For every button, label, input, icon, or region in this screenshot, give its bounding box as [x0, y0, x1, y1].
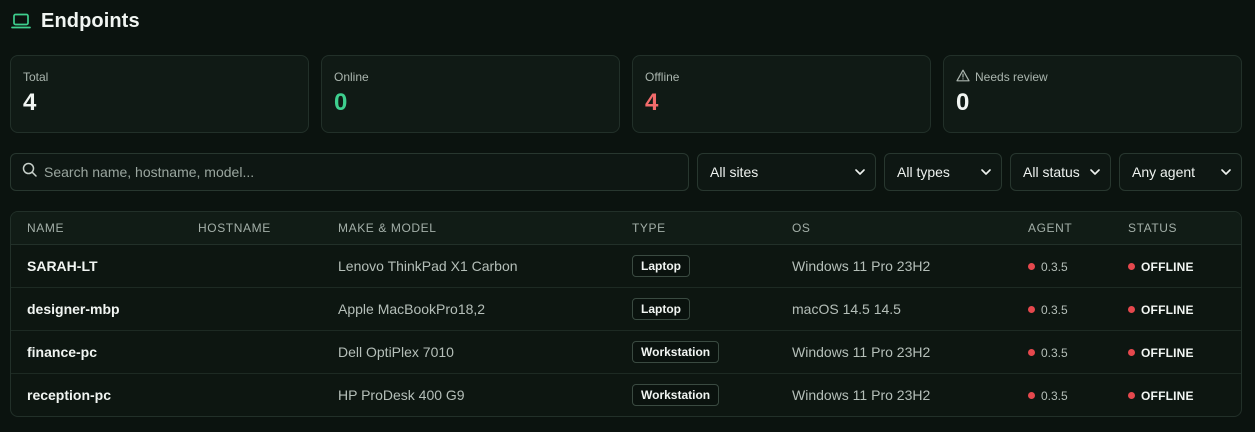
- table-row[interactable]: SARAH-LT Lenovo ThinkPad X1 Carbon Lapto…: [11, 245, 1241, 288]
- stat-value: 0: [334, 89, 348, 116]
- chevron-down-icon: [855, 169, 865, 175]
- site-filter-select[interactable]: All sites: [697, 153, 876, 191]
- column-header-model[interactable]: MAKE & MODEL: [338, 212, 437, 245]
- type-badge: Laptop: [632, 298, 690, 320]
- status-indicator: OFFLINE: [1128, 245, 1194, 288]
- filter-bar: All sites All types All status Any agent: [10, 153, 1242, 191]
- endpoint-model: Apple MacBookPro18,2: [338, 301, 486, 317]
- stat-value: 4: [645, 89, 659, 116]
- type-badge: Workstation: [632, 384, 720, 406]
- agent-version-text: 0.3.5: [1041, 259, 1068, 274]
- endpoint-os: Windows 11 Pro 23H2: [792, 258, 931, 274]
- stat-card-needs-review: Needs review 0: [943, 55, 1242, 133]
- page-header: Endpoints: [11, 9, 140, 33]
- search-input[interactable]: [44, 164, 644, 180]
- stats-cards: Total 4 Online 0 Offline 4 Needs review …: [10, 55, 1242, 133]
- chevron-down-icon: [1090, 169, 1100, 175]
- status-dot: [1128, 306, 1135, 313]
- agent-version-text: 0.3.5: [1041, 388, 1068, 403]
- status-dot: [1128, 263, 1135, 270]
- endpoint-name: designer-mbp: [27, 301, 120, 317]
- column-header-name[interactable]: NAME: [27, 212, 64, 245]
- status-dot: [1128, 392, 1135, 399]
- stat-label: Total: [23, 70, 49, 84]
- endpoint-os: Windows 11 Pro 23H2: [792, 387, 931, 403]
- agent-version: 0.3.5: [1028, 288, 1068, 331]
- status-text: OFFLINE: [1141, 345, 1194, 360]
- stat-card-online: Online 0: [321, 55, 620, 133]
- stat-value: 0: [956, 89, 970, 116]
- table-header: NAME HOSTNAME MAKE & MODEL TYPE OS AGENT…: [11, 212, 1241, 245]
- agent-version: 0.3.5: [1028, 331, 1068, 374]
- type-badge: Workstation: [632, 341, 720, 363]
- chevron-down-icon: [981, 169, 991, 175]
- agent-version-text: 0.3.5: [1041, 302, 1068, 317]
- type-filter-select[interactable]: All types: [884, 153, 1002, 191]
- stat-card-offline: Offline 4: [632, 55, 931, 133]
- endpoint-os: Windows 11 Pro 23H2: [792, 344, 931, 360]
- search-box[interactable]: [10, 153, 689, 191]
- stat-card-total: Total 4: [10, 55, 309, 133]
- endpoint-model: Lenovo ThinkPad X1 Carbon: [338, 258, 518, 274]
- column-header-agent[interactable]: AGENT: [1028, 212, 1072, 245]
- status-indicator: OFFLINE: [1128, 374, 1194, 416]
- agent-status-dot: [1028, 392, 1035, 399]
- endpoint-name: SARAH-LT: [27, 258, 98, 274]
- status-dot: [1128, 349, 1135, 356]
- endpoint-name: finance-pc: [27, 344, 98, 360]
- chevron-down-icon: [1221, 169, 1231, 175]
- endpoint-model: Dell OptiPlex 7010: [338, 344, 454, 360]
- status-text: OFFLINE: [1141, 302, 1194, 317]
- endpoint-name: reception-pc: [27, 387, 112, 403]
- endpoint-model: HP ProDesk 400 G9: [338, 387, 465, 403]
- status-indicator: OFFLINE: [1128, 288, 1194, 331]
- table-row[interactable]: finance-pc Dell OptiPlex 7010 Workstatio…: [11, 331, 1241, 374]
- table-row[interactable]: designer-mbp Apple MacBookPro18,2 Laptop…: [11, 288, 1241, 331]
- type-filter-value: All types: [897, 164, 950, 180]
- endpoints-table: NAME HOSTNAME MAKE & MODEL TYPE OS AGENT…: [10, 211, 1242, 417]
- agent-version: 0.3.5: [1028, 374, 1068, 416]
- column-header-type[interactable]: TYPE: [632, 212, 666, 245]
- status-filter-value: All status: [1023, 164, 1080, 180]
- warning-icon: [956, 69, 970, 85]
- stat-label: Online: [334, 70, 369, 84]
- endpoint-os: macOS 14.5 14.5: [792, 301, 901, 317]
- agent-filter-select[interactable]: Any agent: [1119, 153, 1242, 191]
- search-icon: [22, 162, 37, 182]
- stat-label: Offline: [645, 70, 680, 84]
- agent-status-dot: [1028, 263, 1035, 270]
- status-indicator: OFFLINE: [1128, 331, 1194, 374]
- stat-value: 4: [23, 89, 37, 116]
- status-text: OFFLINE: [1141, 388, 1194, 403]
- status-filter-select[interactable]: All status: [1010, 153, 1111, 191]
- column-header-os[interactable]: OS: [792, 212, 811, 245]
- status-text: OFFLINE: [1141, 259, 1194, 274]
- agent-status-dot: [1028, 306, 1035, 313]
- agent-filter-value: Any agent: [1132, 164, 1196, 180]
- agent-status-dot: [1028, 349, 1035, 356]
- agent-version: 0.3.5: [1028, 245, 1068, 288]
- column-header-hostname[interactable]: HOSTNAME: [198, 212, 271, 245]
- site-filter-value: All sites: [710, 164, 759, 180]
- page-title: Endpoints: [41, 9, 140, 32]
- column-header-status[interactable]: STATUS: [1128, 212, 1177, 245]
- table-row[interactable]: reception-pc HP ProDesk 400 G9 Workstati…: [11, 374, 1241, 416]
- stat-label: Needs review: [975, 70, 1048, 84]
- type-badge: Laptop: [632, 255, 690, 277]
- laptop-icon: [11, 12, 31, 30]
- agent-version-text: 0.3.5: [1041, 345, 1068, 360]
